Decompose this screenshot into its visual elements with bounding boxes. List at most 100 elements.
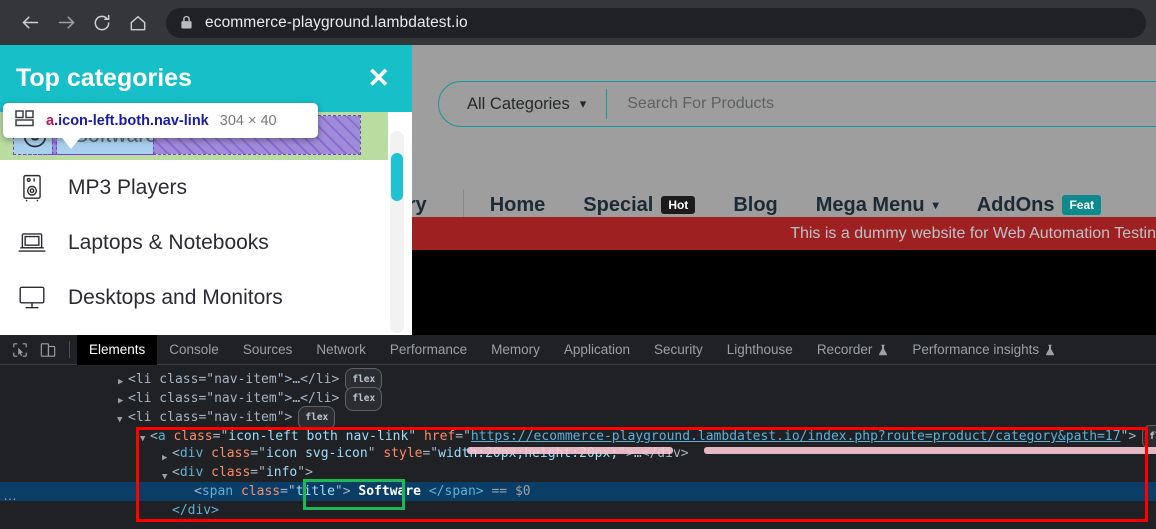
tab-application[interactable]: Application: [552, 335, 642, 365]
close-icon[interactable]: ✕: [367, 65, 390, 92]
category-item-label: Laptops & Notebooks: [68, 230, 269, 254]
attr-class-name: class: [240, 484, 281, 499]
attr-href-value[interactable]: https://ecommerce-playground.lambdatest.…: [471, 429, 1121, 444]
tooltip-arrow: [62, 138, 80, 149]
nav-item-mega-menu[interactable]: Mega Menu ▾: [816, 194, 939, 217]
chevron-down-icon: ▾: [579, 96, 587, 111]
category-item-label: Desktops and Monitors: [68, 285, 283, 309]
more-options-button[interactable]: …: [3, 487, 18, 503]
tab-sources[interactable]: Sources: [231, 335, 305, 365]
attr-class-name: class: [173, 429, 213, 444]
inspect-element-icon[interactable]: [6, 337, 34, 363]
nav-item-home-label: Home: [489, 193, 546, 216]
tab-performance[interactable]: Performance: [378, 335, 479, 365]
toolbar-divider: [69, 341, 70, 358]
monitor-icon: [16, 284, 48, 312]
dummy-banner-text: This is a dummy website for Web Automati…: [790, 224, 1156, 242]
tab-lighthouse[interactable]: Lighthouse: [715, 335, 805, 365]
panel-scrollbar[interactable]: [390, 131, 404, 333]
tab-label: Network: [316, 342, 366, 357]
nav-item-mega-menu-label: Mega Menu: [815, 193, 925, 216]
devtools-tabbar: Elements Console Sources Network Perform…: [0, 334, 1156, 365]
dom-line-text: <li class="nav-item">…</li>: [128, 391, 340, 406]
back-icon[interactable]: [12, 5, 48, 41]
top-categories-panel: Top categories ✕ Soft: [0, 45, 412, 335]
forward-icon[interactable]: [48, 5, 84, 41]
lock-icon: [180, 15, 193, 30]
dom-line-text: <li class="nav-item">: [128, 410, 293, 425]
nav-item-addons[interactable]: AddOns Feat: [976, 193, 1102, 217]
dom-line[interactable]: ▶ <li class="nav-item">…</li> flex: [0, 368, 1156, 392]
tab-recorder[interactable]: Recorder: [805, 335, 901, 365]
chevron-down-icon: ▾: [932, 198, 939, 212]
attr-class-value: icon-left both nav-link: [228, 429, 409, 444]
panel-scrollbar-thumb[interactable]: [391, 153, 403, 201]
list-item[interactable]: MP3 Players: [0, 160, 412, 215]
list-item[interactable]: Laptops & Notebooks: [0, 215, 412, 270]
tab-label: Performance insights: [912, 342, 1040, 357]
tooltip-classes: .icon-left.both.nav-link: [54, 112, 209, 129]
top-categories-title: Top categories: [16, 64, 192, 92]
tab-label: Lighthouse: [726, 342, 793, 357]
dollar-zero-ref: == $0: [491, 484, 531, 499]
tab-label: Memory: [491, 342, 540, 357]
tab-label: Sources: [242, 342, 293, 357]
device-toolbar-icon[interactable]: [34, 337, 62, 363]
flask-icon: [878, 344, 888, 356]
browser-toolbar: ecommerce-playground.lambdatest.io: [0, 0, 1156, 45]
home-icon[interactable]: [120, 5, 156, 41]
dom-line-text: <li class="nav-item">…</li>: [128, 372, 340, 387]
category-item-label: MP3 Players: [68, 175, 188, 199]
tab-elements[interactable]: Elements: [77, 334, 158, 365]
attr-href-name: href: [423, 429, 456, 444]
tab-label: Recorder: [816, 342, 873, 357]
dom-line-span-selected[interactable]: <span class="title"> Software </span> ==…: [0, 482, 1156, 501]
nav-item-special[interactable]: Special Hot: [583, 193, 696, 217]
tab-performance-insights[interactable]: Performance insights: [900, 335, 1067, 365]
dom-line-text: </div>: [172, 503, 219, 518]
search-divider: [606, 89, 608, 119]
search-category-dropdown[interactable]: All Categories ▾: [439, 95, 586, 114]
div-tag-name: div: [179, 446, 204, 461]
span-text-node: Software: [358, 484, 422, 499]
tab-memory[interactable]: Memory: [479, 335, 552, 365]
dom-line[interactable]: ▼ <li class="nav-item"> flex: [0, 406, 1156, 430]
tab-security[interactable]: Security: [642, 335, 715, 365]
dom-line-info-div[interactable]: ▼ <div class="info">: [0, 463, 1156, 482]
dummy-website-banner: This is a dummy website for Web Automati…: [400, 217, 1156, 250]
anchor-tag-name: a: [157, 429, 166, 444]
dom-line-anchor[interactable]: ▼ <a class="icon-left both nav-link" href…: [0, 425, 1156, 449]
navbar-separator: [462, 190, 464, 220]
nav-item-home[interactable]: Home: [490, 194, 546, 217]
address-bar[interactable]: ecommerce-playground.lambdatest.io: [166, 7, 1146, 38]
badge-featured: Feat: [1062, 195, 1102, 215]
attr-class-value: info: [265, 465, 298, 480]
dom-line-last[interactable]: </div>: [0, 501, 1156, 520]
page-black-area: [400, 250, 1156, 335]
speaker-icon: [16, 174, 48, 202]
nav-item-blog[interactable]: Blog: [733, 194, 777, 217]
tab-label: Security: [653, 342, 703, 357]
laptop-icon: [16, 230, 48, 256]
top-categories-header: Top categories ✕: [0, 45, 412, 112]
tooltip-selector: a.icon-left.both.nav-link: [46, 113, 209, 129]
devtools-panel: Elements Console Sources Network Perform…: [0, 334, 1156, 529]
tab-label: Application: [563, 342, 630, 357]
attr-style-name: style: [383, 446, 423, 461]
badge-hot: Hot: [661, 196, 696, 214]
site-search-bar[interactable]: All Categories ▾ Search For Products: [438, 81, 1156, 127]
tooltip-dimensions: 304 × 40: [219, 112, 277, 129]
dom-tree[interactable]: ▶ <li class="nav-item">…</li> flex ▶ <li cl…: [0, 365, 1156, 528]
nav-item-special-label: Special: [583, 193, 654, 216]
span-tag-name: span: [201, 484, 234, 499]
tab-network[interactable]: Network: [304, 335, 378, 365]
reload-icon[interactable]: [84, 5, 120, 41]
dom-line[interactable]: ▶ <li class="nav-item">…</li> flex: [0, 387, 1156, 411]
list-item[interactable]: Desktops and Monitors: [0, 270, 412, 325]
nav-item-addons-label: AddOns: [976, 193, 1055, 216]
search-input-placeholder[interactable]: Search For Products: [627, 95, 774, 113]
tab-console[interactable]: Console: [157, 335, 231, 365]
attr-class-value: title: [295, 484, 335, 499]
tab-label: Console: [169, 342, 219, 357]
screenshot-root: ecommerce-playground.lambdatest.io T d A…: [0, 0, 1156, 529]
